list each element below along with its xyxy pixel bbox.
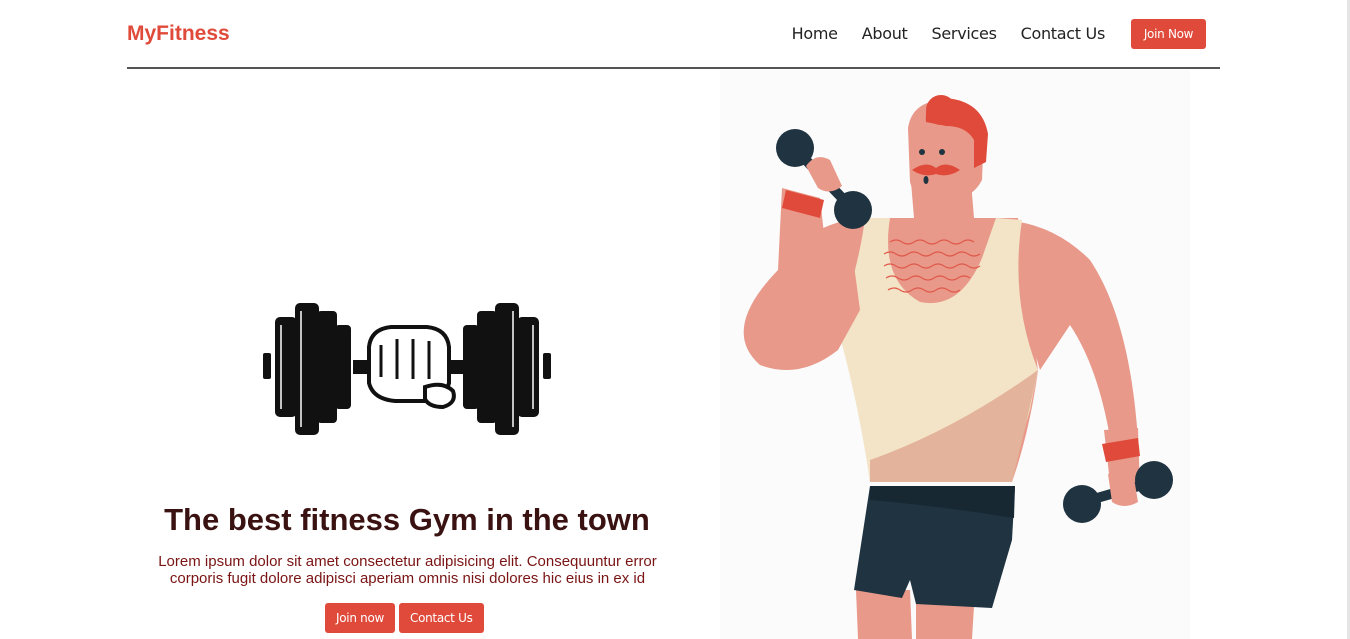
nav-link-home[interactable]: Home: [792, 24, 838, 43]
hero-text-section: The best fitness Gym in the town Lorem i…: [127, 69, 687, 639]
hero-headline: The best fitness Gym in the town: [164, 502, 650, 537]
nav-link-contact[interactable]: Contact Us: [1021, 24, 1106, 43]
navbar: MyFitness Home About Services Contact Us…: [127, 0, 1220, 69]
bodybuilder-illustration: [720, 70, 1190, 639]
join-now-button[interactable]: Join Now: [1131, 19, 1206, 49]
hero-buttons: Join now Contact Us: [325, 603, 484, 633]
nav-links: Home About Services Contact Us: [792, 24, 1106, 43]
join-now-hero-button[interactable]: Join now: [325, 603, 395, 633]
nav-link-services[interactable]: Services: [932, 24, 997, 43]
dumbbell-fist-icon: [263, 303, 551, 435]
brand-logo[interactable]: MyFitness: [127, 22, 230, 46]
nav-link-about[interactable]: About: [862, 24, 908, 43]
contact-us-hero-button[interactable]: Contact Us: [399, 603, 484, 633]
hero-lead: Lorem ipsum dolor sit amet consectetur a…: [158, 553, 657, 587]
